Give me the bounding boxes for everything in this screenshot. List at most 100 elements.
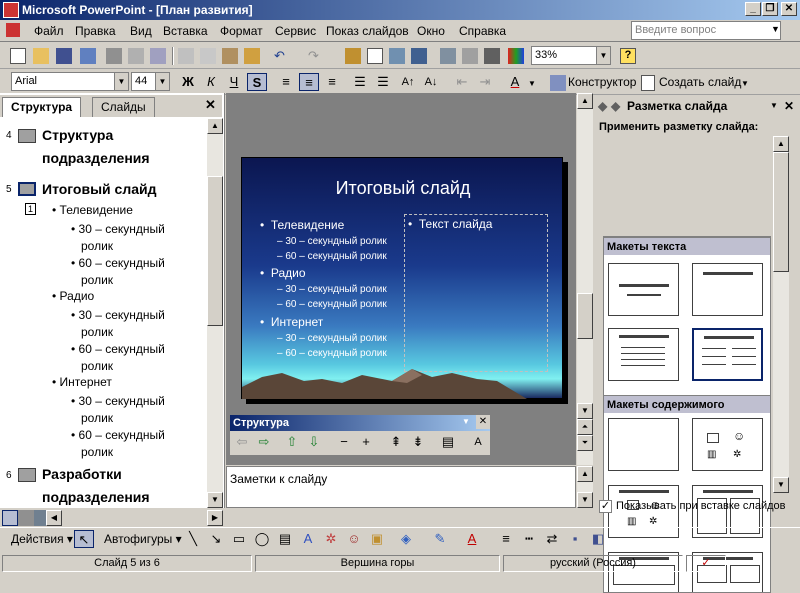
close-button[interactable]: ✕ — [781, 2, 797, 16]
menu-format[interactable]: Формат — [220, 24, 263, 38]
scroll-down-icon[interactable]: ▼ — [577, 403, 593, 419]
scroll-up-icon[interactable]: ▲ — [577, 93, 593, 109]
line-style-icon[interactable]: ≡ — [496, 530, 516, 548]
task-pane-scrollbar[interactable]: ▲ ▼ — [773, 136, 789, 493]
format-painter-icon[interactable] — [244, 48, 260, 64]
designer-button[interactable]: Конструктор — [568, 75, 636, 89]
previous-slide-icon[interactable]: ⏶ — [577, 419, 593, 435]
close-pane-icon[interactable]: ✕ — [205, 97, 216, 113]
grid-icon[interactable] — [484, 48, 500, 64]
layout-content[interactable]: ☺ ▥ ✲ — [692, 418, 763, 471]
arrow-icon[interactable]: ↘ — [206, 530, 226, 548]
menu-tools[interactable]: Сервис — [275, 24, 316, 38]
layout-title-two-columns[interactable] — [691, 327, 764, 382]
select-objects-icon[interactable]: ↖ — [74, 530, 94, 548]
outline-scrollbar[interactable]: ▲ ▼ — [207, 118, 223, 508]
layout-title-only[interactable] — [692, 263, 763, 316]
3d-style-icon[interactable]: ◧ — [588, 530, 608, 548]
structure-toolbar-title[interactable]: Структура — [230, 415, 490, 431]
increase-font-icon[interactable]: A↑ — [398, 73, 418, 91]
wordart-icon[interactable]: A — [298, 530, 318, 548]
tables-borders-icon[interactable] — [389, 48, 405, 64]
move-down-icon[interactable]: ⇩ — [304, 433, 324, 451]
align-left-icon[interactable]: ≡ — [276, 73, 296, 91]
tab-slides[interactable]: Слайды — [92, 97, 155, 117]
shadow-button[interactable]: S — [247, 73, 267, 91]
scroll-down-icon[interactable]: ▼ — [577, 492, 593, 508]
menu-edit[interactable]: Правка — [75, 24, 116, 38]
move-up-icon[interactable]: ⇧ — [282, 433, 302, 451]
menu-help[interactable]: Справка — [459, 24, 506, 38]
slide-thumb-icon[interactable] — [18, 129, 36, 143]
new-icon[interactable] — [10, 48, 26, 64]
bold-button[interactable]: Ж — [178, 73, 198, 91]
cut-icon[interactable] — [178, 48, 194, 64]
notes-scrollbar[interactable]: ▲ ▼ — [577, 466, 593, 508]
decrease-indent-icon[interactable]: ⇤ — [452, 73, 472, 91]
minimize-button[interactable]: _ — [745, 2, 761, 16]
horizontal-scrollbar[interactable] — [226, 509, 593, 526]
scroll-thumb[interactable] — [207, 176, 223, 326]
promote-icon[interactable]: ⇦ — [232, 433, 252, 451]
underline-button[interactable]: Ч — [224, 73, 244, 91]
collapse-all-icon[interactable]: ⇞ — [386, 433, 406, 451]
scroll-up-icon[interactable]: ▲ — [207, 118, 223, 134]
email-icon[interactable] — [80, 48, 96, 64]
expand-icon[interactable]: + — [356, 433, 376, 451]
powerpoint-app-icon[interactable] — [3, 2, 19, 18]
print-preview-icon[interactable] — [128, 48, 144, 64]
arrow-style-icon[interactable]: ⇄ — [542, 530, 562, 548]
task-pane-menu-icon[interactable]: ▼ — [770, 101, 778, 110]
next-slide-icon[interactable]: ⏷ — [577, 435, 593, 451]
scroll-left-icon[interactable]: ◀ — [46, 510, 62, 526]
menu-view[interactable]: Вид — [130, 24, 152, 38]
text-placeholder[interactable]: • Текст слайда — [404, 214, 548, 372]
scroll-thumb[interactable] — [577, 293, 593, 339]
print-icon[interactable] — [106, 48, 122, 64]
scroll-down-icon[interactable]: ▼ — [773, 477, 789, 493]
paste-icon[interactable] — [222, 48, 238, 64]
show-formatting-outline-icon[interactable]: A — [468, 433, 488, 451]
layout-blank[interactable] — [608, 418, 679, 471]
new-slide-icon[interactable] — [641, 75, 655, 91]
decrease-font-icon[interactable]: A↓ — [421, 73, 441, 91]
normal-view-icon[interactable] — [2, 510, 18, 526]
copy-icon[interactable] — [200, 48, 216, 64]
layout-title-slide[interactable] — [608, 263, 679, 316]
open-icon[interactable] — [33, 48, 49, 64]
font-size-combo[interactable]: 44 ▼ — [131, 72, 170, 91]
slide-sorter-icon[interactable] — [18, 510, 34, 526]
zoom-dropdown-icon[interactable]: ▼ — [596, 47, 610, 64]
insert-chart-icon[interactable] — [345, 48, 361, 64]
font-dropdown-icon[interactable]: ▼ — [114, 73, 128, 90]
insert-hyperlink-icon[interactable] — [411, 48, 427, 64]
shadow-style-icon[interactable]: ▪ — [565, 530, 585, 548]
forward-icon[interactable]: ◆ — [611, 99, 620, 113]
menu-insert[interactable]: Вставка — [163, 24, 208, 38]
show-formatting-icon[interactable] — [462, 48, 478, 64]
outline-content[interactable]: 4 Структура подразделения 5 Итоговый сла… — [0, 118, 207, 508]
italic-button[interactable]: К — [201, 73, 221, 91]
autoshapes-menu[interactable]: Автофигуры ▾ — [104, 532, 182, 546]
font-color-icon[interactable]: A — [505, 73, 525, 91]
size-dropdown-icon[interactable]: ▼ — [155, 73, 169, 90]
slide-thumb-icon[interactable] — [18, 182, 36, 196]
new-slide-button[interactable]: Создать слайд — [659, 75, 741, 89]
picture-insert-icon[interactable]: ▣ — [367, 530, 387, 548]
demote-icon[interactable]: ⇨ — [254, 433, 274, 451]
increase-indent-icon[interactable]: ⇥ — [475, 73, 495, 91]
fill-color-icon[interactable]: ◈ — [396, 530, 416, 548]
save-icon[interactable] — [56, 48, 72, 64]
designer-icon[interactable] — [550, 75, 566, 91]
close-task-pane-icon[interactable]: ✕ — [784, 99, 794, 113]
help-icon[interactable]: ? — [620, 48, 636, 64]
notes-pane[interactable]: Заметки к слайду — [226, 466, 576, 508]
menu-slideshow[interactable]: Показ слайдов — [326, 24, 409, 38]
restore-button[interactable]: ❐ — [762, 2, 778, 16]
spelling-icon[interactable] — [150, 48, 166, 64]
slide-canvas[interactable]: Итоговый слайд • Телевидение – 30 – секу… — [241, 157, 563, 399]
tab-outline[interactable]: Структура — [2, 97, 82, 117]
toolbar-menu-icon[interactable]: ▼ — [462, 417, 470, 426]
oval-icon[interactable]: ◯ — [252, 530, 272, 548]
layout-title-text[interactable] — [608, 328, 679, 381]
